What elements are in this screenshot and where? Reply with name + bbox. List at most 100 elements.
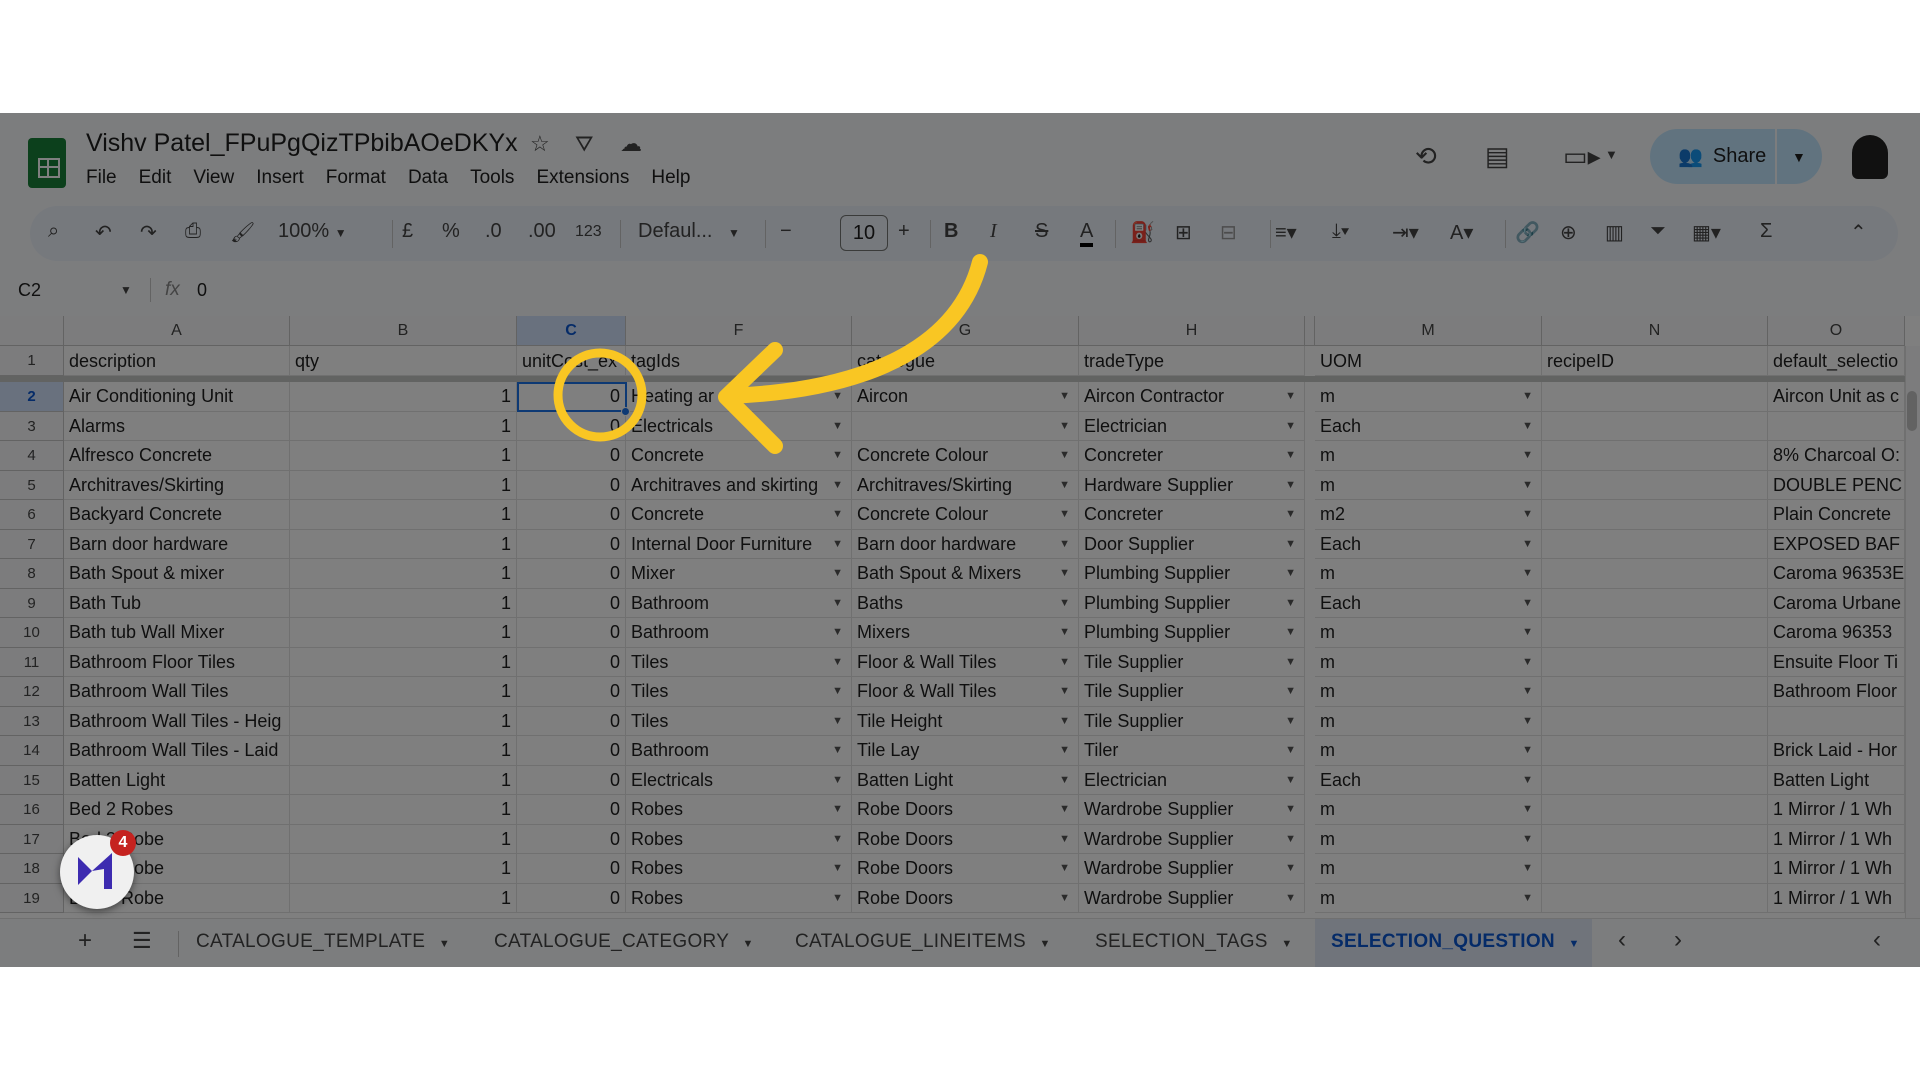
table-cell[interactable]: 1 <box>290 441 517 471</box>
table-cell[interactable]: Hardware Supplier ▼ <box>1079 470 1305 500</box>
dropdown-chevron-icon[interactable]: ▼ <box>1285 559 1296 588</box>
dropdown-chevron-icon[interactable]: ▼ <box>1059 618 1070 647</box>
dropdown-chevron-icon[interactable]: ▼ <box>1285 471 1296 500</box>
table-cell[interactable]: 0 <box>517 736 626 766</box>
dropdown-chevron-icon[interactable]: ▼ <box>832 530 843 559</box>
table-cell[interactable]: 8% Charcoal O: <box>1768 441 1905 471</box>
dropdown-chevron-icon[interactable]: ▼ <box>1285 884 1296 913</box>
table-cell[interactable] <box>1542 441 1768 471</box>
document-title[interactable]: Vishv Patel_FPuPgQizTPbibAOeDKYx <box>86 129 518 158</box>
table-cell[interactable]: m ▼ <box>1315 883 1542 913</box>
dropdown-chevron-icon[interactable]: ▼ <box>832 441 843 470</box>
dropdown-chevron-icon[interactable]: ▼ <box>1059 589 1070 618</box>
table-cell[interactable]: m ▼ <box>1315 618 1542 648</box>
row-header[interactable]: 7 <box>0 529 64 559</box>
table-cell[interactable]: 0 <box>517 470 626 500</box>
table-cell[interactable]: Tile Supplier ▼ <box>1079 706 1305 736</box>
frozen-row-divider[interactable] <box>0 376 1905 382</box>
dropdown-chevron-icon[interactable]: ▼ <box>1522 648 1533 677</box>
table-cell[interactable] <box>1542 382 1768 412</box>
menu-tools[interactable]: Tools <box>470 167 514 189</box>
dropdown-chevron-icon[interactable]: ▼ <box>832 736 843 765</box>
merge-cells-icon[interactable]: ⊟ <box>1220 220 1237 245</box>
table-cell[interactable]: Tiles ▼ <box>626 677 852 707</box>
table-cell[interactable]: Caroma 96353 <box>1768 618 1905 648</box>
table-cell[interactable] <box>1542 618 1768 648</box>
borders-icon[interactable]: ⊞ <box>1175 220 1192 245</box>
table-cell[interactable]: 0 <box>517 765 626 795</box>
menu-file[interactable]: File <box>86 167 117 189</box>
header-cell[interactable]: catalogue <box>852 346 1079 376</box>
table-cell[interactable]: 0 <box>517 854 626 884</box>
dropdown-chevron-icon[interactable]: ▼ <box>1285 736 1296 765</box>
dropdown-chevron-icon[interactable]: ▼ <box>1522 854 1533 883</box>
table-cell[interactable]: Tiles ▼ <box>626 647 852 677</box>
table-cell[interactable]: Door Supplier ▼ <box>1079 529 1305 559</box>
table-cell[interactable]: Concrete Colour ▼ <box>852 441 1079 471</box>
zoom-select[interactable]: 100% ▼ <box>278 220 347 243</box>
table-cell[interactable]: 0 <box>517 677 626 707</box>
table-cell[interactable] <box>1542 765 1768 795</box>
dropdown-chevron-icon[interactable]: ▼ <box>1285 530 1296 559</box>
row-header[interactable]: 14 <box>0 736 64 766</box>
table-cell[interactable]: Robe Doors ▼ <box>852 824 1079 854</box>
more-formats-button[interactable]: 123 <box>575 223 602 241</box>
dropdown-chevron-icon[interactable]: ▼ <box>1059 412 1070 441</box>
text-rotation-icon[interactable]: A▾ <box>1450 220 1473 245</box>
share-button[interactable]: 👥 Share ▼ <box>1650 129 1822 184</box>
table-cell[interactable]: Bed 2 Robes <box>64 795 290 825</box>
table-cell[interactable]: Mixer ▼ <box>626 559 852 589</box>
dropdown-chevron-icon[interactable]: ▼ <box>1522 766 1533 795</box>
column-header-b[interactable]: B <box>290 316 517 346</box>
italic-button[interactable]: I <box>990 220 997 243</box>
table-cell[interactable] <box>1542 883 1768 913</box>
table-cell[interactable]: Plumbing Supplier ▼ <box>1079 618 1305 648</box>
table-cell[interactable] <box>1768 411 1905 441</box>
menu-view[interactable]: View <box>193 167 234 189</box>
vertical-align-icon[interactable]: ⤓▾ <box>1332 220 1349 243</box>
dropdown-chevron-icon[interactable]: ▼ <box>1285 766 1296 795</box>
table-cell[interactable]: 1 <box>290 559 517 589</box>
table-cell[interactable]: Barn door hardware <box>64 529 290 559</box>
table-cell[interactable]: m ▼ <box>1315 795 1542 825</box>
table-cell[interactable]: 1 <box>290 854 517 884</box>
header-cell[interactable]: qty <box>290 346 517 376</box>
table-cell[interactable]: 1 <box>290 706 517 736</box>
dropdown-chevron-icon[interactable]: ▼ <box>1059 736 1070 765</box>
dropdown-chevron-icon[interactable]: ▼ <box>1059 382 1070 411</box>
table-cell[interactable]: Bathroom ▼ <box>626 618 852 648</box>
strikethrough-button[interactable]: S <box>1035 220 1048 243</box>
table-cell[interactable]: Concrete ▼ <box>626 441 852 471</box>
table-cell[interactable]: m ▼ <box>1315 647 1542 677</box>
table-cell[interactable]: Bathroom ▼ <box>626 588 852 618</box>
table-cell[interactable] <box>1542 824 1768 854</box>
tab-selection-tags[interactable]: SELECTION_TAGS ▼ <box>1095 931 1293 953</box>
dropdown-chevron-icon[interactable]: ▼ <box>1285 382 1296 411</box>
table-cell[interactable]: Plumbing Supplier ▼ <box>1079 559 1305 589</box>
dropdown-chevron-icon[interactable]: ▼ <box>832 412 843 441</box>
print-icon[interactable]: ⎙ <box>185 220 201 243</box>
dropdown-chevron-icon[interactable]: ▼ <box>1285 854 1296 883</box>
table-cell[interactable]: DOUBLE PENC <box>1768 470 1905 500</box>
table-cell[interactable]: 0 <box>517 441 626 471</box>
table-cell[interactable]: Alfresco Concrete <box>64 441 290 471</box>
dropdown-chevron-icon[interactable]: ▼ <box>1522 736 1533 765</box>
dropdown-chevron-icon[interactable]: ▼ <box>832 648 843 677</box>
chevron-down-icon[interactable]: ▼ <box>1605 147 1618 162</box>
table-cell[interactable]: 1 <box>290 677 517 707</box>
table-cell[interactable]: Barn door hardware ▼ <box>852 529 1079 559</box>
dropdown-chevron-icon[interactable]: ▼ <box>832 795 843 824</box>
table-cell[interactable]: Concreter ▼ <box>1079 500 1305 530</box>
dropdown-chevron-icon[interactable]: ▼ <box>1059 441 1070 470</box>
undo-icon[interactable]: ↶ <box>95 220 112 245</box>
table-cell[interactable]: 1 <box>290 588 517 618</box>
header-cell[interactable]: description <box>64 346 290 376</box>
table-cell[interactable]: 1 <box>290 736 517 766</box>
fill-handle[interactable] <box>621 407 630 416</box>
row-header[interactable]: 10 <box>0 618 64 648</box>
table-cell[interactable]: Robes ▼ <box>626 824 852 854</box>
table-cell[interactable]: 1 <box>290 795 517 825</box>
table-cell[interactable]: Floor & Wall Tiles ▼ <box>852 647 1079 677</box>
table-cell[interactable]: Brick Laid - Hor <box>1768 736 1905 766</box>
table-cell[interactable]: 1 <box>290 824 517 854</box>
